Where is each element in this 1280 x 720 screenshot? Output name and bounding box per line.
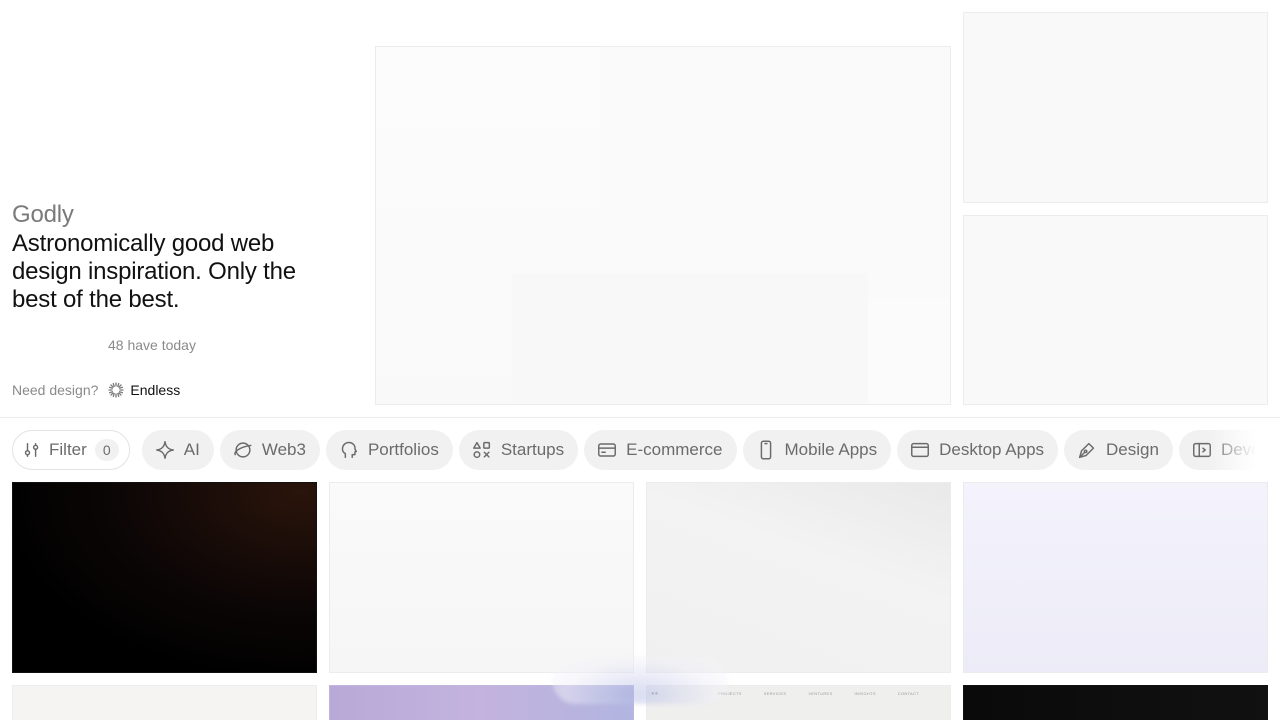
thumbnail-nav-item: SERVICES	[763, 691, 787, 696]
category-label: Desktop Apps	[939, 440, 1045, 459]
category-chip-e-commerce[interactable]: E-commerce	[584, 430, 737, 470]
category-chip-portfolios[interactable]: Portfolios	[325, 430, 453, 470]
category-label: Mobile Apps	[784, 440, 878, 459]
hero-intro: Godly Astronomically good web design ins…	[12, 0, 352, 417]
sparkle-icon	[155, 441, 174, 459]
category-label: E-commerce	[626, 440, 723, 459]
thumbnail-nav-item: CONTACT	[897, 691, 919, 696]
tagline: Astronomically good web design inspirati…	[12, 230, 296, 313]
category-filter-bar: Filter 0 AI Web3 Portfolios Startups E-c…	[12, 430, 1268, 470]
floating-glass-overlay	[552, 656, 728, 704]
preview-block	[868, 299, 950, 404]
site-thumbnail[interactable]	[12, 685, 317, 720]
phone-icon	[760, 440, 771, 460]
category-label: AI	[183, 440, 200, 459]
filter-count-badge: 0	[94, 439, 119, 461]
filter-button[interactable]: Filter 0	[12, 430, 130, 470]
filter-label: Filter	[49, 440, 87, 459]
category-chip-design[interactable]: Design	[1064, 430, 1173, 470]
featured-side-preview-2[interactable]	[963, 215, 1268, 405]
browser-window-icon	[911, 442, 930, 458]
need-design-row: Need design? Endless	[12, 382, 180, 398]
preview-block	[512, 273, 868, 404]
category-chip-ai[interactable]: AI	[141, 430, 214, 470]
site-thumbnail[interactable]	[12, 482, 317, 673]
shapes-icon	[472, 441, 490, 459]
featured-site-preview[interactable]	[375, 46, 951, 405]
section-divider	[0, 417, 1280, 418]
preview-block	[600, 47, 950, 273]
site-thumbnail[interactable]	[646, 482, 951, 673]
category-label: Design	[1106, 440, 1159, 459]
head-icon	[341, 441, 358, 459]
category-label: Web3	[261, 440, 306, 459]
featured-side-preview-1[interactable]	[963, 12, 1268, 203]
pen-nib-icon	[1078, 442, 1095, 459]
endless-link[interactable]: Endless	[108, 382, 180, 398]
sunburst-icon	[108, 382, 125, 398]
category-chip-mobile-apps[interactable]: Mobile Apps	[742, 430, 892, 470]
thumbnail-nav-item: INSIGHTS	[854, 691, 876, 696]
credit-card-icon	[598, 443, 617, 457]
planet-icon	[234, 442, 252, 458]
site-thumbnail[interactable]	[963, 482, 1268, 673]
category-label: Startups	[500, 440, 565, 459]
code-window-icon	[1192, 442, 1211, 458]
category-label: Development	[1220, 440, 1268, 459]
brand-name[interactable]: Godly	[12, 201, 74, 229]
category-chip-startups[interactable]: Startups	[458, 430, 579, 470]
thumbnail-nav-item: VENTURES	[808, 691, 833, 696]
category-chip-desktop-apps[interactable]: Desktop Apps	[897, 430, 1059, 470]
site-thumbnail[interactable]	[329, 482, 634, 673]
sliders-icon	[24, 442, 39, 458]
category-chip-development[interactable]: Development	[1178, 430, 1268, 470]
category-chip-web3[interactable]: Web3	[219, 430, 320, 470]
endless-label: Endless	[130, 382, 181, 398]
today-count: 48 have today	[108, 337, 196, 353]
need-design-label: Need design?	[12, 382, 99, 398]
site-thumbnail[interactable]	[963, 685, 1268, 720]
category-label: Portfolios	[367, 440, 439, 459]
